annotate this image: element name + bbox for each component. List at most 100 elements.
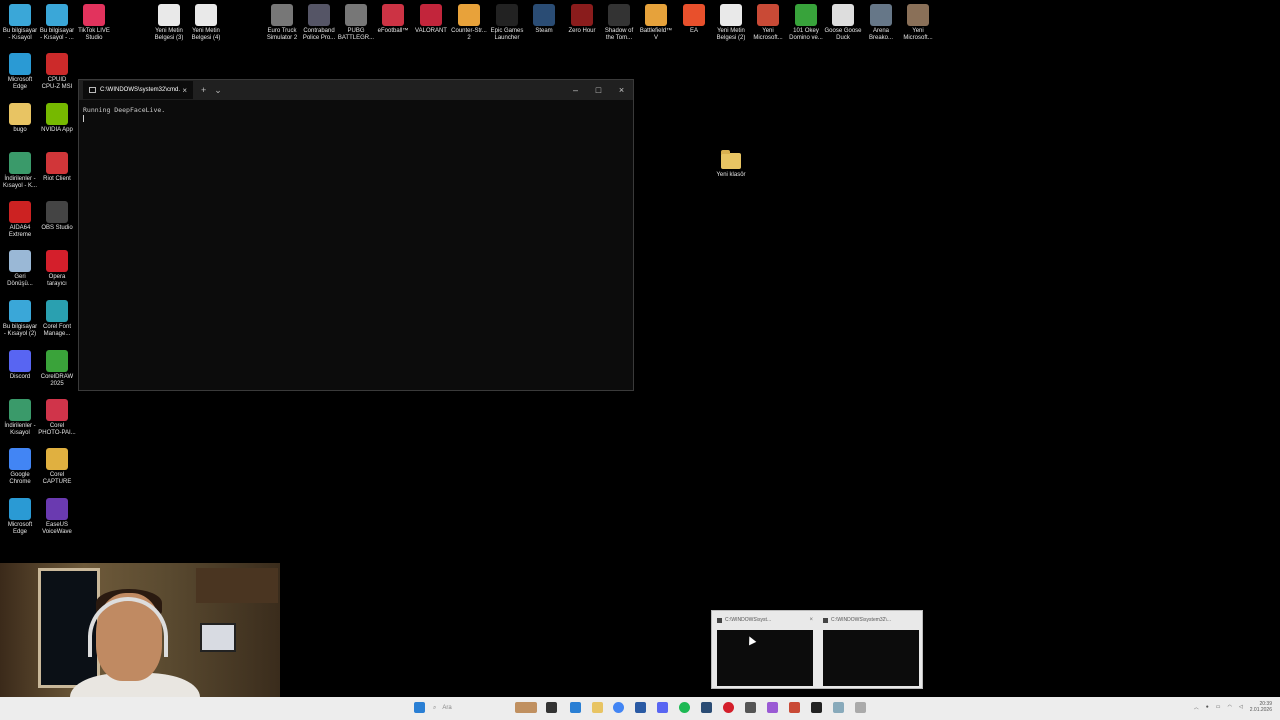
desktop-icon[interactable]: İndirilenler - Kısayol - K...	[0, 152, 40, 190]
desktop-icon[interactable]: Yeni Metin Belgesi (3)	[149, 4, 189, 42]
desktop-icon-label: EaseUS VoiceWave	[42, 522, 72, 535]
desktop-icon-label: Geri Dönüşü...	[7, 274, 33, 287]
start-icon[interactable]	[414, 702, 425, 713]
tab-close-icon[interactable]: ×	[182, 86, 187, 95]
task-view-icon[interactable]	[546, 702, 557, 713]
desktop-icon[interactable]: Google Chrome	[0, 448, 40, 486]
cmd-icon	[823, 617, 828, 623]
desktop-icon[interactable]: eFootball™	[373, 4, 413, 35]
wifi-icon[interactable]: ◠	[1228, 704, 1232, 710]
desktop-icon[interactable]: Yeni Metin Belgesi (2)	[711, 4, 751, 42]
maximize-button[interactable]: □	[587, 80, 610, 100]
chevron-up-icon[interactable]: ︿	[1194, 704, 1199, 711]
desktop-folder-new[interactable]: Yeni klasör	[713, 150, 749, 178]
app-icon[interactable]	[855, 702, 866, 713]
desktop-icon[interactable]: Yeni Microsoft...	[748, 4, 788, 42]
discord-icon[interactable]	[657, 702, 668, 713]
preview-close-icon[interactable]: ×	[809, 617, 813, 623]
desktop-icon[interactable]: TikTok LIVE Studio	[74, 4, 114, 42]
app-icon	[9, 350, 31, 372]
desktop-icon[interactable]: 101 Okey Domino ve...	[786, 4, 826, 42]
tab-dropdown-icon[interactable]: ⌄	[214, 85, 222, 96]
desktop-icon[interactable]: Bu bilgisayar - Kısayol	[0, 4, 40, 42]
outlook-icon[interactable]	[635, 702, 646, 713]
taskbar-clock[interactable]: 20:39 2.01.2026	[1250, 701, 1272, 713]
app-icon[interactable]	[789, 702, 800, 713]
app-icon	[9, 103, 31, 125]
chrome-icon[interactable]	[613, 702, 624, 713]
desktop-icon-label: CPUID CPU-Z MSI	[41, 77, 73, 90]
desktop-icon[interactable]: PUBG BATTLEGR...	[336, 4, 376, 42]
desktop-icon[interactable]: Microsoft Edge	[0, 498, 40, 536]
desktop-icon-label: Arena Breako...	[868, 28, 893, 41]
steam-icon[interactable]	[701, 702, 712, 713]
minimize-button[interactable]: –	[564, 80, 587, 100]
desktop-icon[interactable]: Opera tarayıcı	[37, 250, 77, 288]
desktop-icon[interactable]: CPUID CPU-Z MSI	[37, 53, 77, 91]
desktop-icon[interactable]: VALORANT	[411, 4, 451, 35]
desktop-icon[interactable]: Steam	[524, 4, 564, 35]
terminal-taskbar-icon[interactable]	[811, 702, 822, 713]
taskbar-search[interactable]: ⌕ Ara	[433, 702, 503, 714]
app-icon[interactable]	[767, 702, 778, 713]
desktop-icon[interactable]: Zero Hour	[562, 4, 602, 35]
desktop-icon[interactable]: Corel CAPTURE	[37, 448, 77, 486]
desktop-icon[interactable]: Contraband Police Pro...	[299, 4, 339, 42]
desktop-icon[interactable]: Geri Dönüşü...	[0, 250, 40, 288]
file-explorer-icon[interactable]	[592, 702, 603, 713]
desktop-icon[interactable]: Corel PHOTO-PAI...	[37, 399, 77, 437]
desktop-icon[interactable]: AIDA64 Extreme	[0, 201, 40, 239]
app-icon[interactable]	[745, 702, 756, 713]
desktop-icon[interactable]: Battlefield™ V	[636, 4, 676, 42]
desktop-icon[interactable]: EA	[674, 4, 714, 35]
edge-icon[interactable]	[570, 702, 581, 713]
desktop-icon[interactable]: Bu bilgisayar - Kısayol (2)	[0, 300, 40, 338]
desktop-icon[interactable]: Corel Font Manage...	[37, 300, 77, 338]
desktop-icon[interactable]: NVIDIA App	[37, 103, 77, 134]
desktop-icon[interactable]: Riot Client	[37, 152, 77, 183]
desktop-icon[interactable]: bugo	[0, 103, 40, 134]
desktop-icon[interactable]: Shadow of the Tom...	[599, 4, 639, 42]
new-tab-button[interactable]: +	[201, 85, 206, 95]
window-preview-1[interactable]: C:\WINDOWS\syst... ×	[714, 614, 816, 687]
desktop-icon-label: eFootball™	[377, 28, 409, 34]
desktop-icon[interactable]: Bu bilgisayar - Kısayol - ...	[37, 4, 77, 42]
desktop-icon[interactable]: Yeni Metin Belgesi (4)	[186, 4, 226, 42]
close-button[interactable]: ×	[610, 80, 633, 100]
desktop-icon-label: Riot Client	[43, 176, 71, 182]
app-icon	[608, 4, 630, 26]
app-icon[interactable]	[833, 702, 844, 713]
opera-icon[interactable]	[723, 702, 734, 713]
desktop-icon-label: AIDA64 Extreme	[8, 225, 32, 238]
terminal-content[interactable]: Running DeepFaceLive.	[79, 100, 633, 131]
desktop-icon[interactable]: CorelDRAW 2025	[37, 350, 77, 388]
desktop-icon[interactable]: EaseUS VoiceWave	[37, 498, 77, 536]
desktop-icon[interactable]: Euro Truck Simulator 2	[262, 4, 302, 42]
desktop-icon[interactable]: Counter-Str... 2	[449, 4, 489, 42]
desktop-icon[interactable]: Microsoft Edge	[0, 53, 40, 91]
window-preview-2[interactable]: C:\WINDOWS\system32\...	[820, 614, 922, 687]
desktop-icon-label: Bu bilgisayar - Kısayol - ...	[39, 28, 75, 41]
volume-icon[interactable]: ◁	[1239, 704, 1243, 710]
display-icon[interactable]: ▭	[1216, 704, 1221, 710]
desktop-icon[interactable]: Goose Goose Duck	[823, 4, 863, 42]
app-icon	[46, 498, 68, 520]
desktop-icon[interactable]: Epic Games Launcher	[487, 4, 527, 42]
desktop-icon[interactable]: Arena Breako...	[861, 4, 901, 42]
widget-icon[interactable]	[515, 702, 537, 713]
spotify-icon[interactable]	[679, 702, 690, 713]
terminal-titlebar[interactable]: C:\WINDOWS\system32\cmd. × + ⌄ – □ ×	[79, 80, 633, 100]
app-icon	[345, 4, 367, 26]
desktop-icon[interactable]: İndirilenler - Kısayol	[0, 399, 40, 437]
app-icon	[46, 399, 68, 421]
app-icon	[158, 4, 180, 26]
desktop-icon-label: Goose Goose Duck	[824, 28, 862, 41]
desktop-icon[interactable]: OBS Studio	[37, 201, 77, 232]
desktop-icon-label: Opera tarayıcı	[47, 274, 67, 287]
terminal-window[interactable]: C:\WINDOWS\system32\cmd. × + ⌄ – □ × Run…	[78, 79, 634, 391]
desktop-icon[interactable]: Yeni Microsoft...	[898, 4, 938, 42]
app-icon	[46, 350, 68, 372]
terminal-tab[interactable]: C:\WINDOWS\system32\cmd. ×	[83, 81, 193, 99]
mic-icon[interactable]: ●	[1206, 704, 1209, 710]
desktop-icon[interactable]: Discord	[0, 350, 40, 381]
